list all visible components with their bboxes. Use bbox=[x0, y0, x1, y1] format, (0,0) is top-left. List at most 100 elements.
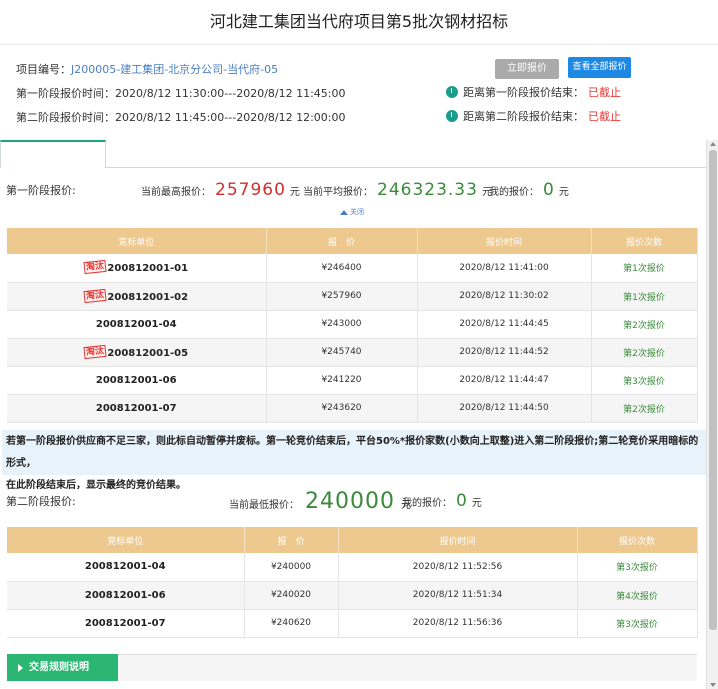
quote-count-cell-text: 第2次报价 bbox=[623, 404, 665, 415]
stage2-countdown: 距离第二阶段报价结束： 已截止 bbox=[446, 108, 621, 124]
stage2-mine-value: 0 bbox=[456, 491, 468, 511]
bidder-unit-cell-text: 200812001-02 bbox=[107, 291, 189, 303]
column-header: 竞标单位 bbox=[7, 527, 245, 553]
stage2-bid-table: 竞标单位 报 价 报价时间 报价次数 200812001-04 ¥240000 20… bbox=[7, 527, 698, 638]
column-header: 报价时间 bbox=[417, 228, 592, 254]
price-cell-text: ¥257960 bbox=[321, 291, 362, 301]
table-header-row: 竞标单位 报 价 报价时间 报价次数 bbox=[7, 228, 698, 254]
quote-time-cell: 2020/8/12 11:51:34 bbox=[338, 581, 578, 610]
price-cell: ¥243620 bbox=[266, 394, 418, 423]
stage2-mine-label: 我的报价： bbox=[402, 498, 452, 509]
price-cell: ¥257960 bbox=[266, 282, 418, 311]
alarm-clock-icon bbox=[446, 110, 458, 122]
quote-time-cell: 2020/8/12 11:44:52 bbox=[417, 338, 592, 367]
price-cell: ¥240620 bbox=[244, 609, 339, 638]
view-all-quotes-button[interactable]: 查看全部报价 bbox=[568, 57, 631, 78]
bidder-unit-cell-text: 200812001-04 bbox=[95, 318, 177, 330]
trade-rules-label: 交易规则说明 bbox=[29, 662, 89, 673]
quote-time-cell: 2020/8/12 11:56:36 bbox=[338, 609, 578, 638]
price-cell: ¥243000 bbox=[266, 310, 418, 339]
quote-time-cell-text: 2020/8/12 11:30:02 bbox=[459, 291, 549, 301]
quote-time-cell-text: 2020/8/12 11:56:36 bbox=[412, 618, 503, 628]
title-divider bbox=[0, 44, 718, 45]
quote-time-cell: 2020/8/12 11:41:00 bbox=[417, 254, 592, 283]
bidder-unit-cell: 淘汰 200812001-01 bbox=[7, 254, 267, 283]
stage2-mine-stat: 我的报价： 0 元 bbox=[402, 491, 482, 511]
table-row: 200812001-06 ¥241220 2020/8/12 11:44:47 第3次… bbox=[7, 366, 698, 395]
page-title: 河北建工集团当代府项目第5批次钢材招标 bbox=[209, 12, 509, 31]
quote-now-button[interactable]: 立即报价 bbox=[495, 59, 559, 79]
quote-time-cell: 2020/8/12 11:44:50 bbox=[417, 394, 592, 423]
price-cell: ¥240000 bbox=[244, 553, 339, 582]
stage2-countdown-status: 已截止 bbox=[588, 110, 621, 123]
bidder-unit-cell: 200812001-07 bbox=[7, 609, 245, 638]
quote-time-cell: 2020/8/12 11:52:56 bbox=[338, 553, 578, 582]
scroll-down-arrow-icon[interactable] bbox=[710, 683, 716, 687]
stage1-highest-stat: 当前最高报价： 257960 元 bbox=[141, 180, 300, 200]
stage1-average-stat: 当前平均报价： 246323.33 元 bbox=[303, 180, 492, 200]
bidder-unit-cell: 200812001-07 bbox=[7, 394, 267, 423]
quote-time-cell-text: 2020/8/12 11:52:56 bbox=[412, 561, 503, 572]
stage1-mine-stat: 我的报价： 0 元 bbox=[489, 180, 569, 200]
quote-count-cell: 第3次报价 bbox=[591, 366, 698, 395]
bidder-unit-cell-text: 200812001-05 bbox=[107, 347, 189, 359]
column-header: 报 价 bbox=[244, 527, 339, 553]
quote-time-cell-text: 2020/8/12 11:44:52 bbox=[459, 347, 549, 357]
stage1-highest-value: 257960 bbox=[215, 180, 286, 200]
stage2-lowest-value: 240000 bbox=[305, 489, 395, 514]
quote-count-cell-text: 第3次报价 bbox=[616, 619, 658, 630]
price-cell: ¥241220 bbox=[266, 366, 418, 395]
price-cell: ¥240020 bbox=[244, 581, 339, 610]
trade-rules-button[interactable]: 交易规则说明 bbox=[7, 654, 118, 681]
alarm-clock-icon bbox=[446, 86, 458, 98]
table-row: 200812001-07 ¥243620 2020/8/12 11:44:50 第2次… bbox=[7, 394, 698, 423]
price-cell-text: ¥240620 bbox=[270, 618, 312, 628]
quote-time-cell-text: 2020/8/12 11:44:47 bbox=[459, 375, 549, 385]
price-cell-text: ¥240020 bbox=[270, 590, 312, 600]
stage1-bid-table: 竞标单位 报 价 报价时间 报价次数 淘汰 200812001-01 ¥246400… bbox=[7, 228, 698, 423]
stage1-countdown-label: 距离第一阶段报价结束： bbox=[463, 86, 584, 99]
collapse-toggle[interactable]: 关闭 bbox=[340, 207, 364, 217]
collapse-label: 关闭 bbox=[350, 208, 364, 216]
project-code-label: 项目编号： bbox=[16, 63, 71, 76]
table-row: 淘汰 200812001-02 ¥257960 2020/8/12 11:30:02 第… bbox=[7, 282, 698, 311]
stage1-highest-label: 当前最高报价： bbox=[141, 187, 211, 198]
column-header: 报价次数 bbox=[591, 228, 698, 254]
stage1-countdown-status: 已截止 bbox=[588, 86, 621, 99]
price-cell-text: ¥241220 bbox=[321, 375, 362, 385]
stage1-mine-label: 我的报价： bbox=[489, 187, 539, 198]
stage1-countdown: 距离第一阶段报价结束： 已截止 bbox=[446, 84, 621, 100]
bidder-unit-cell: 淘汰 200812001-05 bbox=[7, 338, 267, 367]
stage1-time-row: 第一阶段报价时间：2020/8/12 11:30:00---2020/8/12 … bbox=[16, 85, 346, 101]
stage1-mine-unit: 元 bbox=[558, 187, 569, 198]
quote-count-cell-text: 第1次报价 bbox=[623, 264, 665, 275]
bidder-unit-cell-text: 200812001-04 bbox=[84, 561, 166, 573]
project-code-link[interactable]: J200005-建工集团-北京分公司-当代府-05 bbox=[71, 63, 278, 76]
scroll-thumb[interactable] bbox=[709, 150, 717, 630]
quote-time-cell: 2020/8/12 11:44:45 bbox=[417, 310, 592, 339]
quote-time-cell-text: 2020/8/12 11:41:00 bbox=[459, 262, 549, 273]
quote-time-cell-text: 2020/8/12 11:44:50 bbox=[459, 403, 549, 413]
table-row: 淘汰 200812001-01 ¥246400 2020/8/12 11:41:00 第… bbox=[7, 254, 698, 283]
tab-active[interactable] bbox=[0, 140, 106, 168]
bidder-unit-cell-text: 200812001-07 bbox=[95, 402, 177, 414]
play-arrow-icon bbox=[18, 663, 23, 672]
stage2-lowest-stat: 当前最低报价： 240000 元 bbox=[229, 489, 411, 514]
scroll-up-arrow-icon[interactable] bbox=[710, 142, 716, 146]
price-cell-text: ¥246400 bbox=[321, 262, 362, 273]
price-cell: ¥246400 bbox=[266, 254, 418, 283]
stage2-time-row: 第二阶段报价时间：2020/8/12 11:45:00---2020/8/12 … bbox=[16, 109, 346, 125]
stage1-average-value: 246323.33 bbox=[377, 180, 478, 200]
table-row: 淘汰 200812001-05 ¥245740 2020/8/12 11:44:52 第… bbox=[7, 338, 698, 367]
price-cell-text: ¥243620 bbox=[321, 403, 362, 413]
collapse-up-icon bbox=[340, 209, 348, 215]
vertical-scrollbar[interactable] bbox=[706, 140, 718, 689]
stage2-lowest-label: 当前最低报价： bbox=[229, 500, 299, 511]
table-row: 200812001-04 ¥243000 2020/8/12 11:44:45 第2次… bbox=[7, 310, 698, 339]
quote-count-cell: 第2次报价 bbox=[591, 310, 698, 339]
eliminated-badge: 淘汰 bbox=[83, 344, 107, 359]
quote-count-cell-text: 第2次报价 bbox=[623, 320, 665, 331]
stage1-highest-unit: 元 bbox=[289, 187, 300, 198]
quote-time-cell: 2020/8/12 11:30:02 bbox=[417, 282, 592, 311]
quote-count-cell-text: 第4次报价 bbox=[616, 591, 658, 602]
